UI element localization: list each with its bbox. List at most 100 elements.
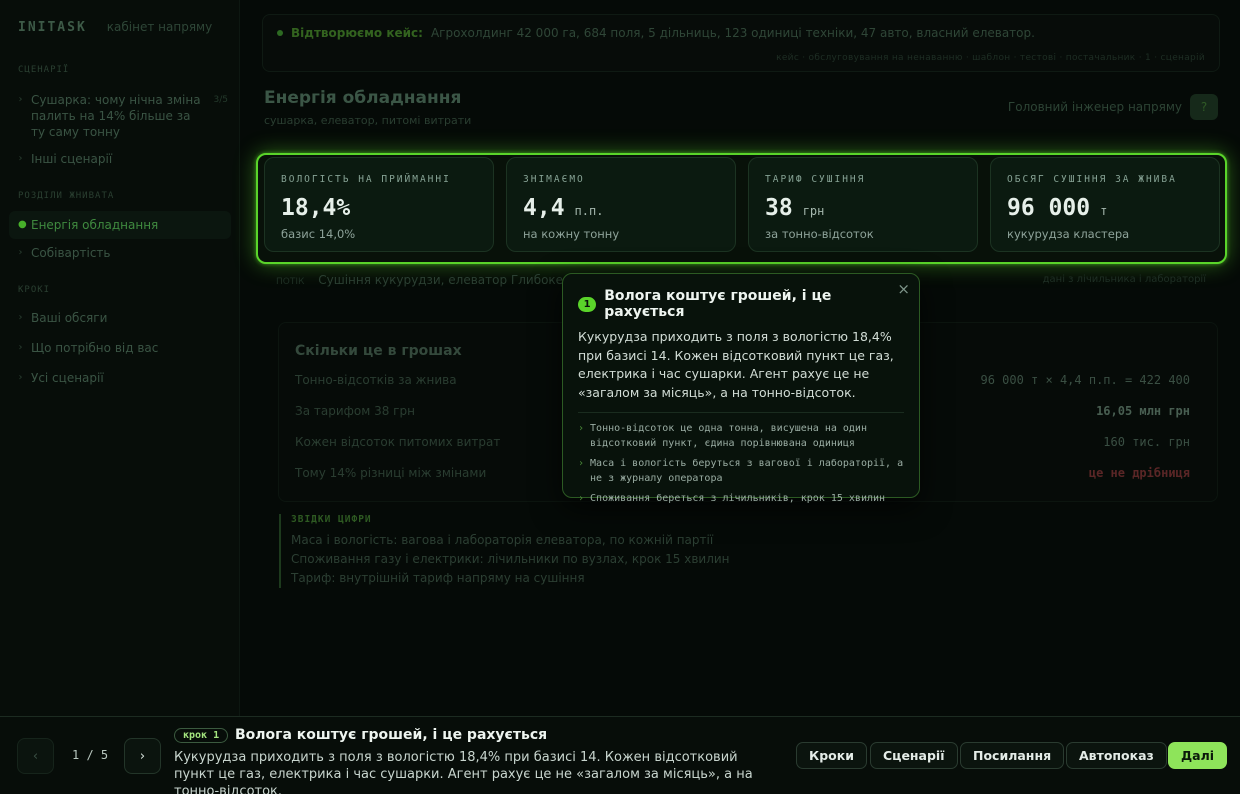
kpi-note: на кожну тонну (523, 227, 620, 241)
calc-value: 160 тис. грн (1103, 435, 1190, 449)
scenario-banner: Відтворюємо кейс: Агрохолдинг 42 000 га,… (262, 14, 1220, 72)
kpi-note: кукурудза кластера (1007, 227, 1130, 241)
kpi-card-tariff: ТАРИФ СУШІННЯ 38 грн за тонно-відсоток (748, 157, 978, 252)
bullet-icon: › (18, 372, 23, 383)
step-pager: 1 / 5 (72, 748, 109, 762)
sidebar-item-label: Інші сценарії (31, 152, 113, 166)
sidebar-item-label: Сушарка: чому нічна зміна палить на 14% … (31, 93, 201, 139)
tooltip-bullet: › Маса і вологість беруться з вагової і … (578, 458, 904, 484)
calc-label: Кожен відсоток питомих витрат (295, 435, 501, 449)
scenario-text: Агрохолдинг 42 000 га, 684 поля, 5 дільн… (430, 26, 1035, 40)
data-sources: ЗВІДКИ ЦИФРИ Маса і вологість: вагова і … (279, 514, 730, 588)
kpi-card-volume: ОБСЯГ СУШІННЯ ЗА ЖНИВА 96 000 т кукурудз… (990, 157, 1220, 252)
scenario-label: Відтворюємо кейс: (291, 26, 423, 40)
prev-step-button[interactable]: ‹ (17, 738, 54, 774)
tooltip-bullet: › Тонно-відсоток це одна тонна, висушена… (578, 423, 867, 449)
next-step-arrow-button[interactable]: › (124, 738, 161, 774)
step-title: Волога коштує грошей, і це рахується (235, 727, 548, 743)
sidebar-item-label: Енергія обладнання (31, 218, 159, 232)
kpi-value: 4,4 (523, 195, 565, 221)
next-button[interactable]: Далі (1168, 742, 1228, 769)
chevron-right-icon: › (578, 493, 585, 504)
calc-label: Тому 14% різниці між змінами (295, 466, 487, 480)
sidebar-item-requirements[interactable]: › Що потрібно від вас (18, 340, 228, 356)
tooltip-divider (578, 412, 904, 413)
sidebar-section-scenarios: СЦЕНАРІЇ (18, 65, 70, 75)
chevron-right-icon: › (578, 458, 585, 469)
kpi-unit: п.п. (574, 204, 604, 218)
sidebar-item-count: 3/5 (213, 95, 228, 105)
kpi-label: ОБСЯГ СУШІННЯ ЗА ЖНИВА (1007, 174, 1177, 185)
brand-logo[interactable]: INITASK (18, 20, 87, 35)
step-badge: крок 1 (174, 728, 229, 743)
sidebar: INITASK кабінет напряму СЦЕНАРІЇ › Сушар… (0, 0, 240, 716)
kpi-card-removal: ЗНІМАЄМО 4,4 п.п. на кожну тонну (506, 157, 736, 252)
kpi-unit: т (1100, 204, 1108, 218)
brand: INITASK кабінет напряму (18, 20, 212, 35)
kpi-note: за тонно-відсоток (765, 227, 874, 241)
header-right: Головний інженер напряму ? (1008, 94, 1218, 120)
chevron-right-icon: › (578, 423, 585, 434)
sidebar-item-label: Що потрібно від вас (31, 341, 159, 355)
tooltip-title: Волога коштує грошей, і це рахується (604, 288, 832, 320)
tour-tooltip: 1 Волога коштує грошей, і це рахується ×… (562, 273, 920, 504)
kpi-card-moisture: ВОЛОГІСТЬ НА ПРИЙМАННІ 18,4% базис 14,0% (264, 157, 494, 252)
scenarios-button[interactable]: Сценарії (870, 742, 958, 769)
tooltip-step-number: 1 (578, 296, 597, 312)
status-dot-icon (277, 30, 283, 36)
kpi-value: 38 (765, 195, 793, 221)
kpi-note: базис 14,0% (281, 227, 356, 241)
sidebar-item-label: Усі сценарії (31, 371, 104, 385)
scenario-meta: кейс · обслуговування на ненаванню · шаб… (776, 53, 1205, 63)
sidebar-item-all-scenarios[interactable]: › Усі сценарії (18, 370, 228, 386)
step-description: Кукурудза приходить з поля з вологістю 1… (174, 750, 753, 794)
calc-value: 16,05 млн грн (1096, 404, 1190, 418)
bullet-icon: › (18, 153, 23, 164)
bullet-icon: › (18, 342, 23, 353)
kpi-label: ЗНІМАЄМО (523, 174, 585, 185)
bullet-icon: › (18, 312, 23, 323)
sources-heading: ЗВІДКИ ЦИФРИ (291, 514, 372, 525)
sidebar-item-scenario[interactable]: › Сушарка: чому нічна зміна палить на 14… (18, 92, 229, 140)
sidebar-section-steps: КРОКІ (18, 285, 51, 295)
close-icon[interactable]: × (897, 280, 910, 298)
source-line: Маса і вологість: вагова і лабораторія е… (291, 533, 714, 547)
calc-title: Скільки це в грошах (295, 343, 462, 359)
flow-prefix: ПОТІК (276, 277, 305, 287)
kpi-label: ВОЛОГІСТЬ НА ПРИЙМАННІ (281, 174, 451, 185)
active-dot-icon: ● (18, 219, 27, 230)
sidebar-item-label: Собівартість (31, 246, 111, 260)
tour-bottom-bar: ‹ 1 / 5 › крок 1 Волога коштує грошей, і… (0, 716, 1240, 794)
kpi-value: 96 000 (1007, 195, 1091, 221)
sidebar-item-other-scenarios[interactable]: › Інші сценарії (18, 151, 228, 167)
bullet-icon: › (18, 247, 23, 258)
help-button[interactable]: ? (1190, 94, 1218, 120)
autoplay-button[interactable]: Автопоказ (1066, 742, 1167, 769)
calc-label: За тарифом 38 грн (295, 404, 415, 418)
role-label: Головний інженер напряму (1007, 100, 1182, 114)
steps-button[interactable]: Кроки (796, 742, 867, 769)
bullet-icon: › (18, 94, 23, 105)
kpi-highlight: ВОЛОГІСТЬ НА ПРИЙМАННІ 18,4% базис 14,0%… (256, 153, 1227, 264)
sidebar-item-cost[interactable]: › Собівартість (18, 245, 228, 261)
brand-subtitle: кабінет напряму (106, 20, 213, 34)
links-button[interactable]: Посилання (960, 742, 1065, 769)
sidebar-item-label: Ваші обсяги (31, 311, 108, 325)
page-subtitle: сушарка, елеватор, питомі витрати (264, 114, 472, 127)
kpi-unit: грн (802, 204, 825, 218)
flow-text: Сушіння кукурудзи, елеватор Глибоке (318, 273, 564, 287)
tooltip-body: Кукурудза приходить з поля з вологістю 1… (578, 329, 894, 400)
source-line: Споживання газу і електрики: лічильники … (291, 552, 730, 566)
source-line: Тариф: внутрішній тариф напряму на сушін… (291, 571, 585, 585)
calc-value: 96 000 т × 4,4 п.п. = 422 400 (980, 373, 1190, 387)
page-header: Енергія обладнання сушарка, елеватор, пи… (264, 88, 471, 127)
tooltip-bullet: › Споживання береться з лічильників, кро… (578, 493, 886, 504)
kpi-value: 18,4% (281, 195, 351, 221)
calc-value: це не дрібниця (1088, 466, 1190, 480)
kpi-label: ТАРИФ СУШІННЯ (765, 174, 866, 185)
page-title: Енергія обладнання (264, 88, 462, 108)
calc-label: Тонно-відсотків за жнива (295, 373, 457, 387)
sidebar-item-energy[interactable]: ● Енергія обладнання (9, 211, 231, 239)
flow-source: дані з лічильника і лабораторії (1042, 274, 1206, 285)
sidebar-item-volumes[interactable]: › Ваші обсяги (18, 310, 228, 326)
